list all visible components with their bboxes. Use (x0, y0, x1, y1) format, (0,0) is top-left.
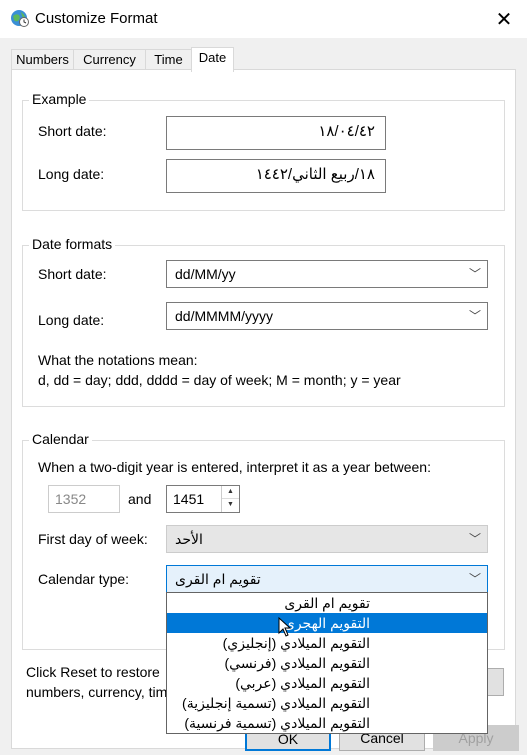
window-title: Customize Format (35, 10, 158, 27)
first-day-value: الأحد (175, 531, 203, 547)
reset-text-line1: Click Reset to restore (26, 664, 160, 680)
calendar-option-gregorian-french[interactable]: التقويم الميلادي (فرنسي) (167, 653, 487, 673)
calendar-group-title: Calendar (29, 431, 92, 447)
spin-down-icon[interactable]: ▼ (222, 499, 239, 512)
chevron-down-icon: ﹀ (468, 572, 481, 586)
tab-numbers[interactable]: Numbers (11, 49, 74, 70)
and-label: and (128, 491, 152, 507)
two-digit-year-text: When a two-digit year is entered, interp… (38, 459, 431, 475)
example-long-date-field: ١٨/ربيع الثاني/١٤٤٢ (166, 159, 386, 193)
calendar-type-combo[interactable]: تقويم ام القرى ﹀ (166, 565, 488, 593)
example-short-date-label: Short date: (38, 123, 107, 139)
notation-text: d, dd = day; ddd, dddd = day of week; M … (38, 372, 401, 388)
calendar-option-gregorian-translit-french[interactable]: التقويم الميلادي (تسمية فرنسية) (167, 713, 487, 733)
calendar-type-label: Calendar type: (38, 571, 130, 587)
reset-text-line2: numbers, currency, tim (26, 684, 168, 700)
short-date-format-value: dd/MM/yy (175, 266, 236, 282)
tab-time[interactable]: Time (145, 49, 192, 70)
calendar-option-hijri[interactable]: التقويم الهجرى (167, 613, 487, 633)
example-long-date-value: ١٨/ربيع الثاني/١٤٤٢ (255, 166, 375, 183)
chevron-down-icon: ﹀ (468, 532, 481, 546)
globe-clock-icon (11, 10, 29, 27)
calendar-option-gregorian-english[interactable]: التقويم الميلادي (إنجليزي) (167, 633, 487, 653)
year-to-spinner[interactable]: 1451 ▲ ▼ (166, 485, 240, 513)
short-date-format-label: Short date: (38, 266, 107, 282)
calendar-type-value: تقويم ام القرى (175, 571, 261, 587)
long-date-format-combo[interactable]: dd/MMMM/yyyy ﹀ (166, 302, 488, 330)
close-button[interactable]: ✕ (481, 0, 527, 38)
example-group-title: Example (29, 91, 90, 107)
chevron-down-icon: ﹀ (468, 267, 481, 281)
long-date-format-label: Long date: (38, 312, 105, 328)
long-date-format-value: dd/MMMM/yyyy (175, 308, 273, 324)
close-icon: ✕ (495, 8, 513, 31)
mouse-cursor-icon (278, 617, 292, 637)
calendar-option-gregorian-translit-english[interactable]: التقويم الميلادي (تسمية إنجليزية) (167, 693, 487, 713)
tab-currency[interactable]: Currency (73, 49, 146, 70)
calendar-type-dropdown[interactable]: تقويم ام القرى التقويم الهجرى التقويم ال… (166, 592, 488, 734)
tab-date[interactable]: Date (191, 47, 234, 72)
calendar-option-gregorian-arabic[interactable]: التقويم الميلادي (عربي) (167, 673, 487, 693)
year-from-value: 1352 (55, 491, 87, 507)
title-bar: Customize Format ✕ (0, 0, 527, 38)
date-formats-group-title: Date formats (29, 236, 116, 252)
short-date-format-combo[interactable]: dd/MM/yy ﹀ (166, 260, 488, 288)
spin-up-icon[interactable]: ▲ (222, 486, 239, 499)
example-short-date-value: ١٨/٠٤/٤٢ (318, 123, 375, 140)
year-to-spin-buttons: ▲ ▼ (221, 486, 239, 512)
chevron-down-icon: ﹀ (468, 309, 481, 323)
year-to-value: 1451 (173, 491, 205, 507)
first-day-combo: الأحد ﹀ (166, 525, 488, 553)
first-day-label: First day of week: (38, 531, 148, 547)
example-long-date-label: Long date: (38, 166, 105, 182)
example-short-date-field: ١٨/٠٤/٤٢ (166, 116, 386, 150)
calendar-option-umm-al-qura[interactable]: تقويم ام القرى (167, 593, 487, 613)
notation-title: What the notations mean: (38, 352, 198, 368)
year-from-field: 1352 (48, 485, 120, 513)
